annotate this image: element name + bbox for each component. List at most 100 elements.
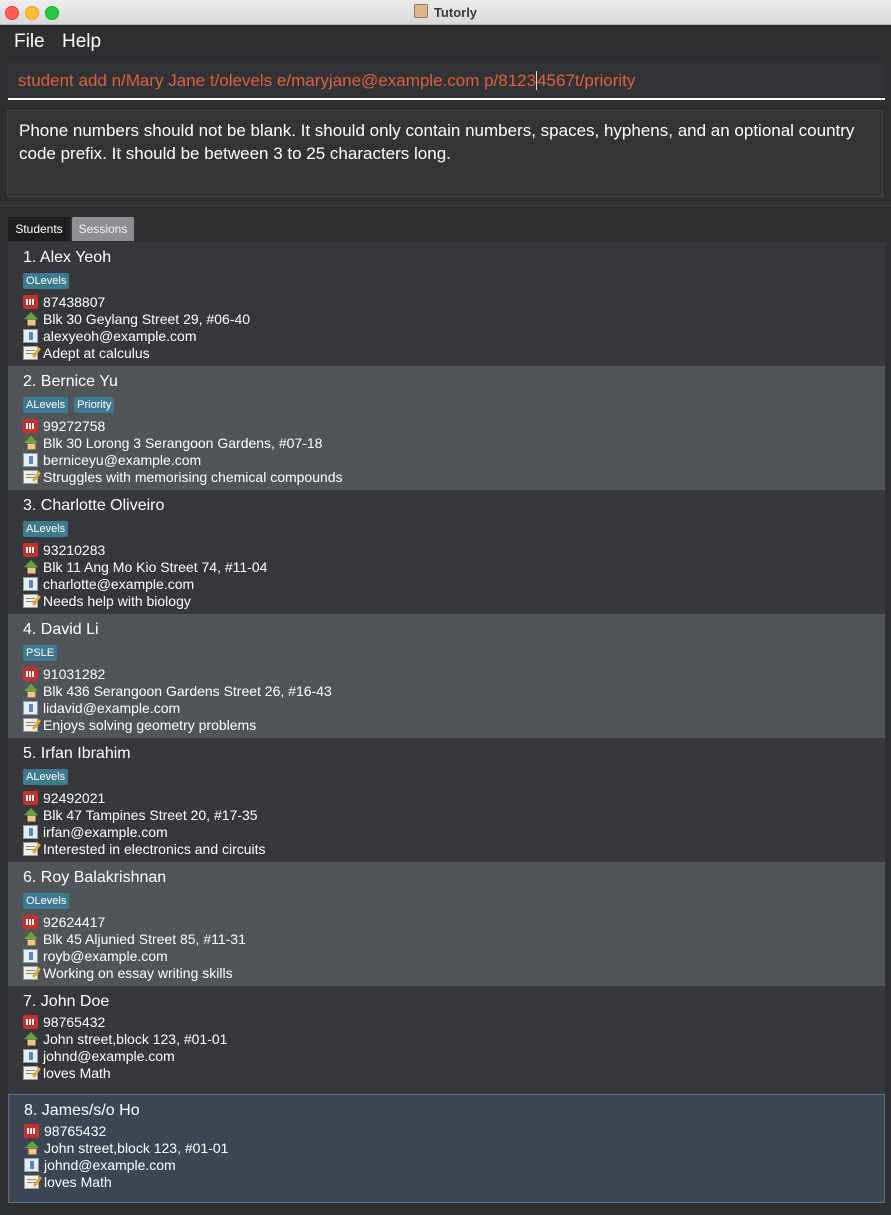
- student-phone: 92624417: [43, 913, 106, 930]
- email-icon: [24, 1157, 39, 1172]
- tag-badge: OLevels: [23, 273, 70, 289]
- address-icon: [24, 1140, 39, 1155]
- divider: [0, 205, 891, 206]
- student-note-row: Adept at calculus: [23, 344, 150, 361]
- command-input[interactable]: student add n/Mary Jane t/olevels e/mary…: [8, 62, 885, 100]
- address-icon: [23, 559, 38, 574]
- student-phone-row: 93210283: [23, 541, 105, 558]
- student-name: 8. James/s/o Ho: [24, 1102, 140, 1119]
- student-note: Enjoys solving geometry problems: [43, 716, 257, 733]
- student-phone-row: 98765432: [23, 1013, 105, 1030]
- window-title-text: Tutorly: [433, 5, 478, 20]
- address-icon: [23, 931, 38, 946]
- window-title: Tutorly: [0, 4, 891, 20]
- student-card[interactable]: 4. David Li PSLE 91031282 Blk 436 Serangoon…: [8, 614, 885, 738]
- command-text: student add n/Mary Jane t/olevels e/mary…: [18, 71, 635, 91]
- student-address: Blk 30 Lorong 3 Serangoon Gardens, #07-1…: [43, 434, 323, 451]
- phone-icon: [23, 790, 38, 805]
- student-address-row: Blk 436 Serangoon Gardens Street 26, #16…: [23, 682, 332, 699]
- memo-icon: [23, 469, 38, 484]
- student-name: 3. Charlotte Oliveiro: [23, 497, 165, 514]
- student-phone: 91031282: [43, 665, 106, 682]
- student-card[interactable]: 6. Roy Balakrishnan OLevels 92624417 Blk 45…: [8, 862, 885, 986]
- phone-icon: [23, 666, 38, 681]
- student-card[interactable]: 7. John Doe 98765432 John street,block 123…: [8, 986, 885, 1094]
- memo-icon: [23, 1065, 38, 1080]
- student-name: 6. Roy Balakrishnan: [23, 869, 167, 886]
- memo-icon: [24, 1174, 39, 1189]
- email-icon: [23, 452, 38, 467]
- student-address-row: Blk 11 Ang Mo Kio Street 74, #11-04: [23, 558, 267, 575]
- student-email: irfan@example.com: [43, 823, 168, 840]
- student-note-row: loves Math: [24, 1173, 112, 1190]
- menu-file[interactable]: File: [14, 31, 45, 53]
- phone-icon: [24, 1123, 39, 1138]
- student-email: johnd@example.com: [43, 1047, 175, 1064]
- student-phone: 92492021: [43, 789, 106, 806]
- student-email-row: alexyeoh@example.com: [23, 327, 197, 344]
- student-address-row: Blk 30 Lorong 3 Serangoon Gardens, #07-1…: [23, 434, 322, 451]
- email-icon: [23, 576, 38, 591]
- email-icon: [23, 948, 38, 963]
- email-icon: [23, 700, 38, 715]
- tab-sessions[interactable]: Sessions: [72, 217, 134, 241]
- student-card[interactable]: 3. Charlotte Oliveiro ALevels 93210283 Blk …: [8, 490, 885, 614]
- tag-badge: Priority: [74, 397, 115, 413]
- student-note-row: loves Math: [23, 1064, 111, 1081]
- student-name: 1. Alex Yeoh: [23, 249, 112, 266]
- result-message: Phone numbers should not be blank. It sh…: [19, 121, 855, 163]
- student-note: Working on essay writing skills: [43, 964, 233, 981]
- student-address: Blk 436 Serangoon Gardens Street 26, #16…: [43, 682, 332, 699]
- student-email: royb@example.com: [43, 947, 168, 964]
- student-card[interactable]: 2. Bernice Yu ALevels Priority 99272758 Blk …: [8, 366, 885, 490]
- menu-help[interactable]: Help: [62, 31, 101, 53]
- student-email: lidavid@example.com: [43, 699, 181, 716]
- command-text-after-caret: 4567t/priority: [537, 71, 636, 90]
- student-card[interactable]: 1. Alex Yeoh OLevels 87438807 Blk 30 Geylan…: [8, 242, 885, 366]
- student-email-row: royb@example.com: [23, 947, 168, 964]
- address-icon: [23, 1031, 38, 1046]
- address-icon: [23, 807, 38, 822]
- student-phone-row: 91031282: [23, 665, 105, 682]
- memo-icon: [23, 965, 38, 980]
- student-address: Blk 11 Ang Mo Kio Street 74, #11-04: [43, 558, 268, 575]
- student-address: John street,block 123, #01-01: [43, 1030, 228, 1047]
- memo-icon: [23, 841, 38, 856]
- student-note-row: Interested in electronics and circuits: [23, 840, 266, 857]
- student-phone: 98765432: [44, 1122, 107, 1139]
- tag-badge: OLevels: [23, 893, 70, 909]
- student-address: Blk 30 Geylang Street 29, #06-40: [43, 310, 251, 327]
- memo-icon: [23, 593, 38, 608]
- student-address: Blk 45 Aljunied Street 85, #11-31: [43, 930, 246, 947]
- student-card[interactable]: 5. Irfan Ibrahim ALevels 92492021 Blk 47 Ta…: [8, 738, 885, 862]
- address-icon: [23, 683, 38, 698]
- tag-list: ALevels: [23, 521, 69, 537]
- tag-list: OLevels: [23, 893, 70, 909]
- student-phone: 99272758: [43, 417, 106, 434]
- student-note-row: Enjoys solving geometry problems: [23, 716, 256, 733]
- email-icon: [23, 328, 38, 343]
- student-note-row: Working on essay writing skills: [23, 964, 233, 981]
- tab-students[interactable]: Students: [8, 217, 70, 241]
- window-title-bar: Tutorly: [0, 0, 891, 25]
- tag-badge: PSLE: [23, 645, 58, 661]
- student-email-row: berniceyu@example.com: [23, 451, 201, 468]
- student-card[interactable]: 8. James/s/o Ho 98765432 John street,block…: [8, 1094, 885, 1203]
- address-icon: [23, 435, 38, 450]
- student-address: Blk 47 Tampines Street 20, #17-35: [43, 806, 258, 823]
- menu-bar: File Help: [0, 25, 891, 57]
- phone-icon: [23, 542, 38, 557]
- student-email: charlotte@example.com: [43, 575, 195, 592]
- student-note: Struggles with memorising chemical compo…: [43, 468, 343, 485]
- student-email: johnd@example.com: [44, 1156, 176, 1173]
- student-phone-row: 99272758: [23, 417, 105, 434]
- tag-badge: ALevels: [23, 521, 69, 537]
- student-note-row: Struggles with memorising chemical compo…: [23, 468, 343, 485]
- student-address-row: Blk 47 Tampines Street 20, #17-35: [23, 806, 258, 823]
- student-note-row: Needs help with biology: [23, 592, 191, 609]
- result-display[interactable]: Phone numbers should not be blank. It sh…: [7, 110, 883, 197]
- student-phone-row: 87438807: [23, 293, 105, 310]
- student-list[interactable]: 1. Alex Yeoh OLevels 87438807 Blk 30 Geylan…: [8, 242, 885, 1212]
- phone-icon: [23, 914, 38, 929]
- student-email: alexyeoh@example.com: [43, 327, 197, 344]
